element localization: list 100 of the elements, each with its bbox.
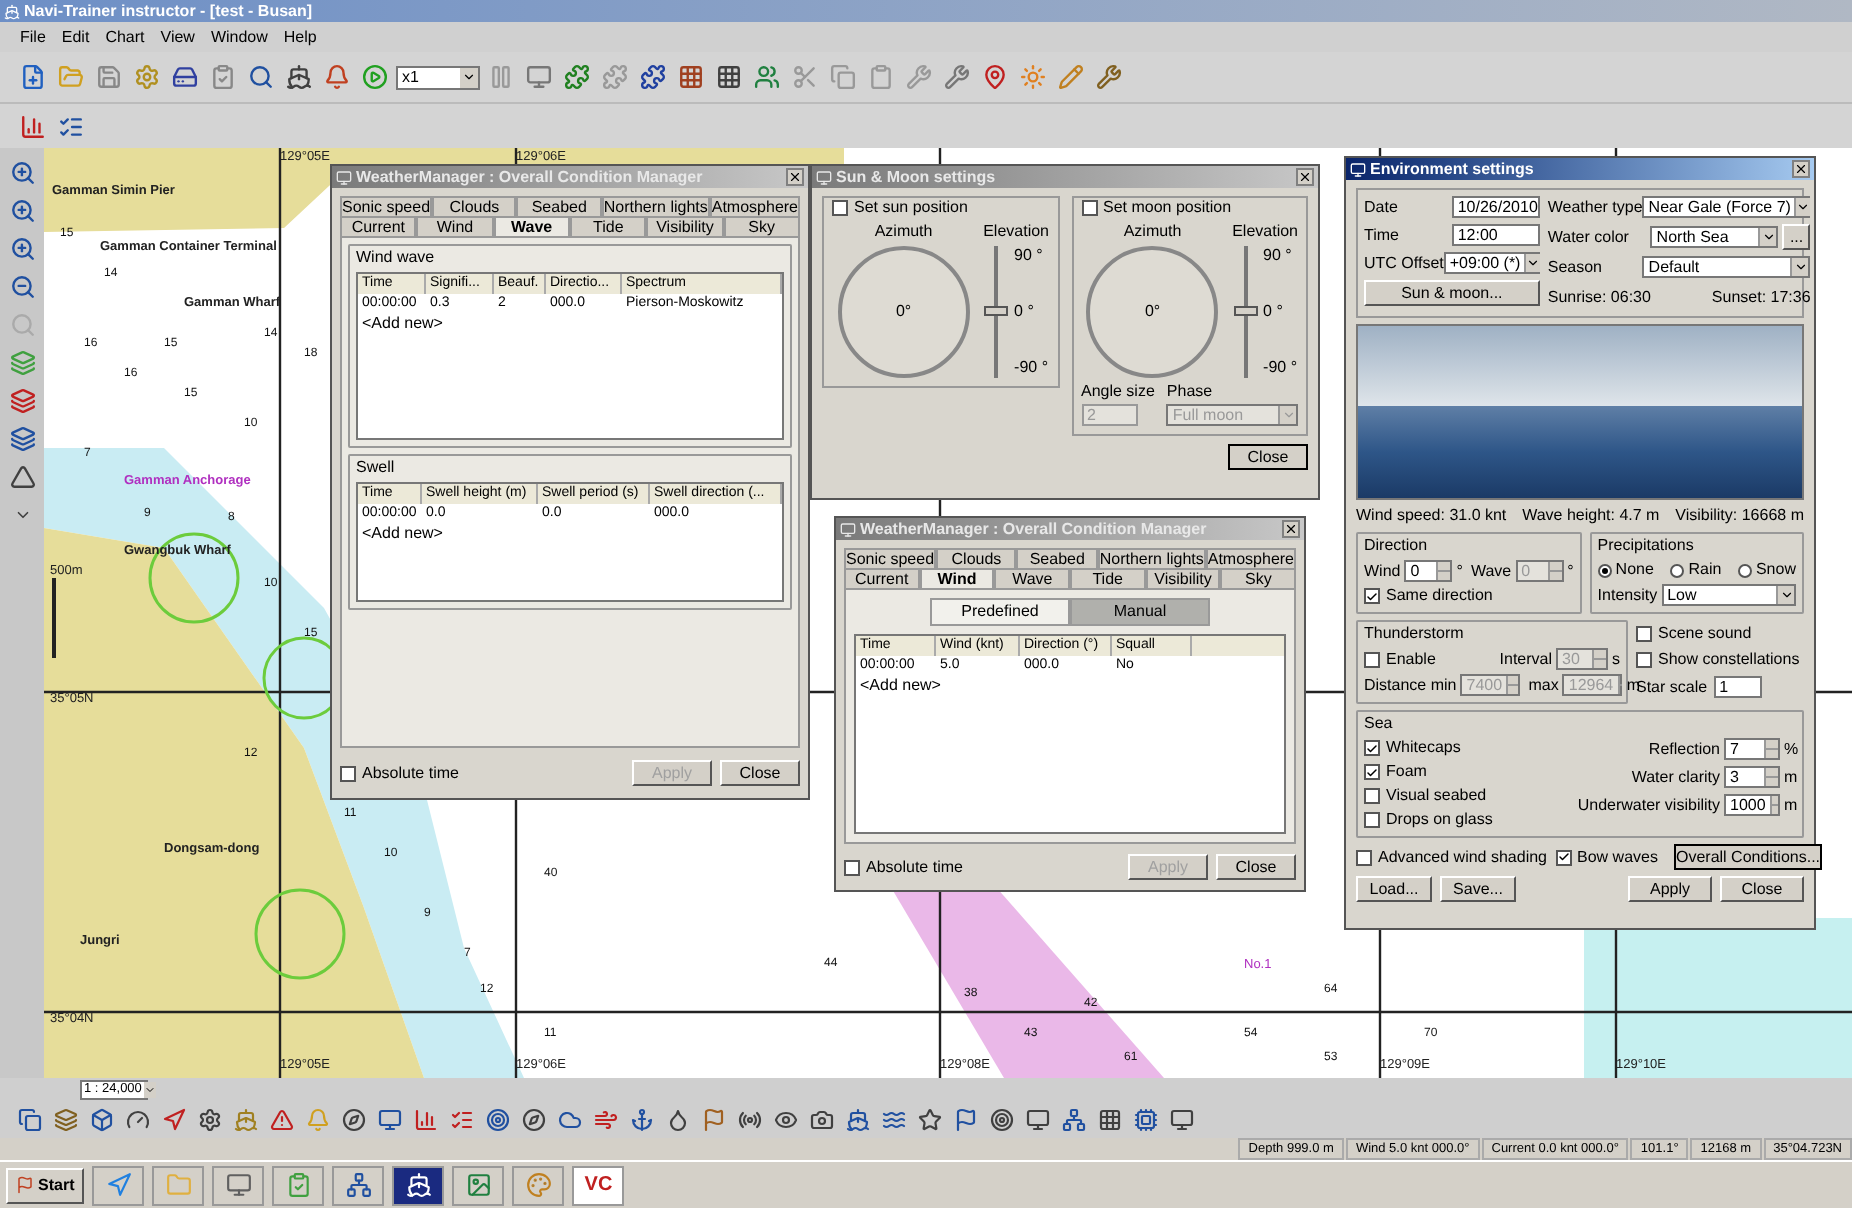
monitor-icon[interactable] <box>522 60 556 94</box>
puzzle-icon[interactable] <box>636 60 670 94</box>
dropdown[interactable]: Near Gale (Force 7) <box>1642 196 1811 218</box>
logo-task-button[interactable]: VC <box>572 1165 625 1205</box>
menu-item[interactable]: View <box>160 27 195 47</box>
push-button[interactable]: Close <box>1228 444 1308 470</box>
radio-option[interactable]: Rain <box>1670 560 1722 580</box>
radio-option[interactable]: None <box>1597 560 1654 580</box>
push-button[interactable]: Load... <box>1356 876 1432 902</box>
wrench-icon[interactable] <box>940 60 974 94</box>
grid-icon[interactable] <box>674 60 708 94</box>
grid-icon[interactable] <box>712 60 746 94</box>
absolute-time-checkbox[interactable]: Absolute time <box>340 763 459 783</box>
puzzle-icon[interactable] <box>560 60 594 94</box>
tab[interactable]: Wind <box>416 216 494 236</box>
tab[interactable]: Tide <box>1070 568 1146 588</box>
sea-checkbox[interactable]: Whitecaps <box>1364 738 1578 758</box>
number-field[interactable]: 0 <box>1404 560 1453 582</box>
computer-task-button[interactable] <box>212 1165 265 1205</box>
tab[interactable]: Sky <box>1220 568 1297 588</box>
mode-toggle[interactable]: Predefined <box>930 598 1070 626</box>
tab[interactable]: Current <box>844 568 920 588</box>
tab[interactable]: Sonic speed <box>844 548 937 568</box>
sea-checkbox[interactable]: Foam <box>1364 762 1578 782</box>
menu-item[interactable]: File <box>20 27 46 47</box>
position-checkbox[interactable]: Set sun position <box>832 198 1049 218</box>
push-button[interactable]: Close <box>1216 854 1296 880</box>
tab[interactable]: Clouds <box>432 196 517 216</box>
tab[interactable]: Tide <box>569 216 647 236</box>
dropdown[interactable]: Default <box>1642 256 1811 278</box>
bow-waves-checkbox[interactable]: Bow waves <box>1555 847 1658 867</box>
dropdown[interactable]: Low <box>1661 584 1796 606</box>
triangle-icon[interactable] <box>5 460 39 494</box>
constellations-checkbox[interactable]: Show constellations <box>1636 650 1804 670</box>
tab[interactable]: Seabed <box>516 196 602 216</box>
push-button[interactable]: Sun & moon... <box>1364 280 1540 306</box>
close-icon[interactable] <box>1296 168 1314 186</box>
layers-icon[interactable] <box>5 384 39 418</box>
number-field[interactable]: 3 <box>1724 766 1780 788</box>
tab[interactable]: Sky <box>723 216 800 236</box>
text-field[interactable]: 10/26/2010 <box>1451 196 1540 218</box>
push-button[interactable]: Close <box>1720 876 1804 902</box>
people-icon[interactable] <box>750 60 784 94</box>
radio-option[interactable]: Snow <box>1737 560 1796 580</box>
azimuth-dial[interactable]: 0° <box>1086 246 1219 378</box>
number-field[interactable]: 1000 <box>1724 794 1780 816</box>
ship-task-button[interactable] <box>392 1165 445 1205</box>
tab[interactable]: Sonic speed <box>340 196 433 216</box>
position-checkbox[interactable]: Set moon position <box>1081 198 1298 218</box>
tab[interactable]: Visibility <box>1145 568 1221 588</box>
menu-item[interactable]: Chart <box>105 27 145 47</box>
sea-checkbox[interactable]: Drops on glass <box>1364 810 1578 830</box>
add-new-row[interactable]: <Add new> <box>856 676 945 696</box>
dropdown[interactable]: North Sea <box>1650 226 1779 248</box>
sea-checkbox[interactable]: Visual seabed <box>1364 786 1578 806</box>
arrow-task-button[interactable] <box>92 1165 145 1205</box>
tab[interactable]: Atmosphere <box>1205 548 1297 568</box>
mode-toggle[interactable]: Manual <box>1070 598 1210 626</box>
close-icon[interactable] <box>786 168 804 186</box>
scene-sound-checkbox[interactable]: Scene sound <box>1636 624 1804 644</box>
tab[interactable]: Visibility <box>646 216 724 236</box>
add-new-row[interactable]: <Add new> <box>358 524 447 544</box>
tab[interactable]: Northern lights <box>601 196 710 216</box>
push-button[interactable]: Save... <box>1440 876 1516 902</box>
same-direction-checkbox[interactable]: Same direction <box>1364 586 1574 606</box>
slider-thumb[interactable] <box>984 306 1009 316</box>
dropdown[interactable]: +09:00 (*) <box>1443 252 1540 274</box>
push-button[interactable]: Overall Conditions... <box>1673 844 1823 870</box>
push-button[interactable]: Close <box>720 760 800 786</box>
text-field[interactable]: 12:00 <box>1451 224 1540 246</box>
save-icon[interactable] <box>92 60 126 94</box>
push-button[interactable]: ... <box>1782 224 1811 250</box>
slider-thumb[interactable] <box>1233 306 1258 316</box>
tab[interactable]: Wave <box>994 568 1071 588</box>
push-button[interactable]: Apply <box>1628 876 1712 902</box>
azimuth-dial[interactable]: 0° <box>837 246 970 378</box>
ship-icon[interactable] <box>282 60 316 94</box>
elevation-slider[interactable] <box>1233 246 1258 378</box>
text-field[interactable]: 1 <box>1713 676 1762 698</box>
close-icon[interactable] <box>1282 520 1300 538</box>
number-field[interactable]: 7 <box>1724 738 1780 760</box>
tab[interactable]: Northern lights <box>1097 548 1206 568</box>
elevation-slider[interactable] <box>984 246 1009 378</box>
search-icon[interactable] <box>244 60 278 94</box>
tab[interactable]: Atmosphere <box>709 196 801 216</box>
tab[interactable]: Current <box>340 216 417 236</box>
layers-icon[interactable] <box>5 422 39 456</box>
close-icon[interactable] <box>1792 160 1810 178</box>
speed-dropdown[interactable]: x1 <box>396 65 480 89</box>
add-new-row[interactable]: <Add new> <box>358 314 447 334</box>
start-button[interactable]: Start <box>6 1167 85 1203</box>
tab[interactable]: Clouds <box>936 548 1017 568</box>
tools-icon[interactable] <box>1092 60 1126 94</box>
absolute-time-checkbox[interactable]: Absolute time <box>844 857 963 877</box>
wind-shading-checkbox[interactable]: Advanced wind shading <box>1356 847 1548 867</box>
tab[interactable]: Wave <box>493 216 570 236</box>
menu-item[interactable]: Help <box>283 27 317 47</box>
menu-item[interactable]: Edit <box>61 27 90 47</box>
network-task-button[interactable] <box>332 1165 385 1205</box>
menu-item[interactable]: Window <box>210 27 268 47</box>
